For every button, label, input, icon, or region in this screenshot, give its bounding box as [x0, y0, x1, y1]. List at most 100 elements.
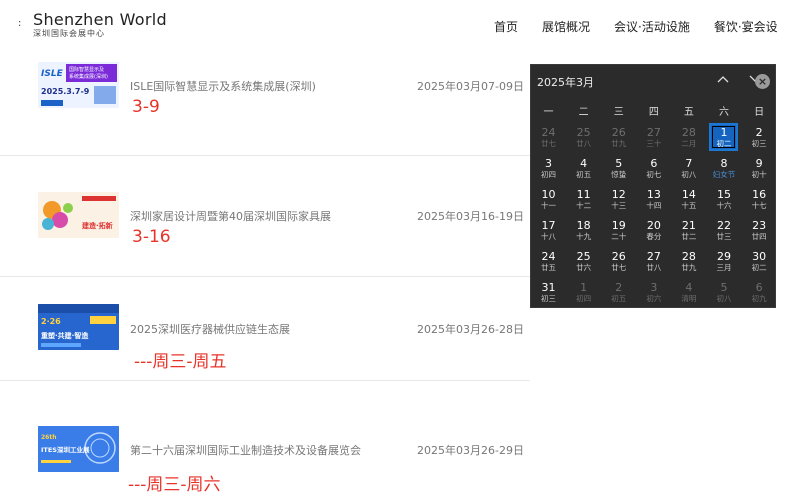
- calendar-day[interactable]: 20 春分: [636, 216, 671, 247]
- calendar-day[interactable]: 18 十九: [566, 216, 601, 247]
- calendar-day[interactable]: 26 廿九: [601, 123, 636, 154]
- event-thumbnail[interactable]: 2·26 重塑·共建·智造: [38, 304, 119, 350]
- event-thumbnail[interactable]: 建造·拓新: [38, 192, 119, 238]
- lunar-date: 初四: [541, 170, 557, 179]
- lunar-date: 十三: [611, 201, 627, 210]
- weekday-header: 一二三四五六日: [531, 103, 777, 118]
- lunar-date: 廿五: [541, 263, 557, 272]
- nav-meeting-facilities[interactable]: 会议·活动设施: [614, 18, 690, 35]
- day-number: 12: [611, 188, 626, 201]
- calendar-day[interactable]: 26 廿七: [601, 247, 636, 278]
- calendar-day[interactable]: 8 妇女节: [706, 154, 741, 185]
- previous-month-button[interactable]: [717, 71, 729, 87]
- day-number: 18: [576, 219, 591, 232]
- calendar-day[interactable]: 21 廿二: [671, 216, 706, 247]
- row-divider: [0, 380, 530, 381]
- calendar-day[interactable]: 22 廿三: [706, 216, 741, 247]
- lunar-date: 初三: [751, 139, 767, 148]
- calendar-day[interactable]: 11 十二: [566, 185, 601, 216]
- event-title[interactable]: 深圳家居设计周暨第40届深圳国际家具展: [130, 208, 331, 224]
- calendar-day[interactable]: 29 三月: [706, 247, 741, 278]
- day-number: 24: [541, 126, 556, 139]
- day-number: 3: [545, 157, 553, 170]
- event-title[interactable]: 2025深圳医疗器械供应链生态展: [130, 321, 290, 337]
- calendar-day[interactable]: 14 十五: [671, 185, 706, 216]
- calendar-day[interactable]: 3 初六: [636, 278, 671, 309]
- lunar-date: 初二: [716, 139, 732, 148]
- svg-text:系统集成展(深圳): 系统集成展(深圳): [69, 73, 108, 80]
- calendar-day[interactable]: 25 廿六: [566, 247, 601, 278]
- calendar-day[interactable]: 30 初二: [742, 247, 777, 278]
- calendar-day[interactable]: 16 十七: [742, 185, 777, 216]
- calendar-day[interactable]: 6 初九: [742, 278, 777, 309]
- svg-text:26th: 26th: [41, 434, 57, 441]
- lunar-date: 初十: [751, 170, 767, 179]
- calendar-day[interactable]: 27 三十: [636, 123, 671, 154]
- lunar-date: 廿九: [681, 263, 697, 272]
- calendar-month-label[interactable]: 2025年3月: [537, 74, 594, 90]
- calendar-day[interactable]: 1 初四: [566, 278, 601, 309]
- event-title[interactable]: ISLE国际智慧显示及系统集成展(深圳): [130, 78, 316, 94]
- logo-chinese: 深圳国际会展中心: [33, 29, 105, 38]
- day-number: 3: [650, 281, 658, 294]
- calendar-day[interactable]: 25 廿八: [566, 123, 601, 154]
- lunar-date: 初八: [681, 170, 697, 179]
- calendar-day[interactable]: 12 十三: [601, 185, 636, 216]
- lunar-date: 十八: [541, 232, 557, 241]
- calendar-day[interactable]: 31 初三: [531, 278, 566, 309]
- close-calendar-button[interactable]: ×: [755, 74, 770, 89]
- lunar-date: 二月: [681, 139, 697, 148]
- lunar-date: 初五: [576, 170, 592, 179]
- calendar-day-today[interactable]: 1 初二: [706, 123, 741, 154]
- calendar-day[interactable]: 13 十四: [636, 185, 671, 216]
- calendar-day[interactable]: 27 廿八: [636, 247, 671, 278]
- day-number: 1: [580, 281, 588, 294]
- lunar-date: 十九: [576, 232, 592, 241]
- day-number: 31: [541, 281, 556, 294]
- calendar-day[interactable]: 15 十六: [706, 185, 741, 216]
- calendar-day[interactable]: 4 清明: [671, 278, 706, 309]
- nav-venue-overview[interactable]: 展馆概况: [542, 18, 590, 35]
- calendar-day[interactable]: 4 初五: [566, 154, 601, 185]
- logo-english: Shenzhen World: [33, 10, 167, 29]
- calendar-day[interactable]: 19 二十: [601, 216, 636, 247]
- calendar-day[interactable]: 23 廿四: [742, 216, 777, 247]
- nav-home[interactable]: 首页: [494, 18, 518, 35]
- calendar-day[interactable]: 28 廿九: [671, 247, 706, 278]
- calendar-day[interactable]: 7 初八: [671, 154, 706, 185]
- calendar-days-grid: 24 廿七 25 廿八 26 廿九 27 三十 28 二月 1 初二 2 初三 3 初四 4 初五 5 惊蛰 6 初七 7 初…: [531, 123, 777, 309]
- calendar-day[interactable]: 2 初三: [742, 123, 777, 154]
- day-number: 9: [755, 157, 763, 170]
- site-header: : Shenzhen World 深圳国际会展中心 首页 展馆概况 会议·活动设…: [0, 0, 800, 52]
- lunar-date: 初二: [751, 263, 767, 272]
- event-thumbnail[interactable]: ISLE 国际智慧显示及 系统集成展(深圳) 2025.3.7-9: [38, 62, 119, 108]
- event-date: 2025年03月26-29日: [417, 444, 524, 457]
- calendar-day[interactable]: 2 初五: [601, 278, 636, 309]
- svg-text:国际智慧显示及: 国际智慧显示及: [69, 66, 104, 73]
- lunar-date: 三十: [646, 139, 662, 148]
- calendar-day[interactable]: 10 十一: [531, 185, 566, 216]
- calendar-day[interactable]: 9 初十: [742, 154, 777, 185]
- day-number: 27: [646, 250, 661, 263]
- lunar-date: 初五: [611, 294, 627, 303]
- calendar-day[interactable]: 24 廿五: [531, 247, 566, 278]
- event-thumbnail[interactable]: 26th ITES深圳工业展: [38, 426, 119, 472]
- calendar-day[interactable]: 5 惊蛰: [601, 154, 636, 185]
- day-number: 2: [755, 126, 763, 139]
- furniture-poster-icon: 建造·拓新: [38, 192, 119, 238]
- calendar-day[interactable]: 24 廿七: [531, 123, 566, 154]
- lunar-date: 初七: [646, 170, 662, 179]
- event-title[interactable]: 第二十六届深圳国际工业制造技术及设备展览会: [130, 442, 361, 458]
- day-number: 4: [580, 157, 588, 170]
- ites-poster-icon: 26th ITES深圳工业展: [38, 426, 119, 472]
- calendar-day[interactable]: 5 初八: [706, 278, 741, 309]
- site-logo[interactable]: Shenzhen World 深圳国际会展中心: [33, 10, 167, 39]
- day-number: 7: [685, 157, 693, 170]
- day-number: 4: [685, 281, 693, 294]
- calendar-day[interactable]: 17 十八: [531, 216, 566, 247]
- calendar-day[interactable]: 28 二月: [671, 123, 706, 154]
- calendar-day[interactable]: 6 初七: [636, 154, 671, 185]
- calendar-day[interactable]: 3 初四: [531, 154, 566, 185]
- lunar-date: 十七: [751, 201, 767, 210]
- nav-dining-banquet[interactable]: 餐饮·宴会设: [714, 18, 778, 35]
